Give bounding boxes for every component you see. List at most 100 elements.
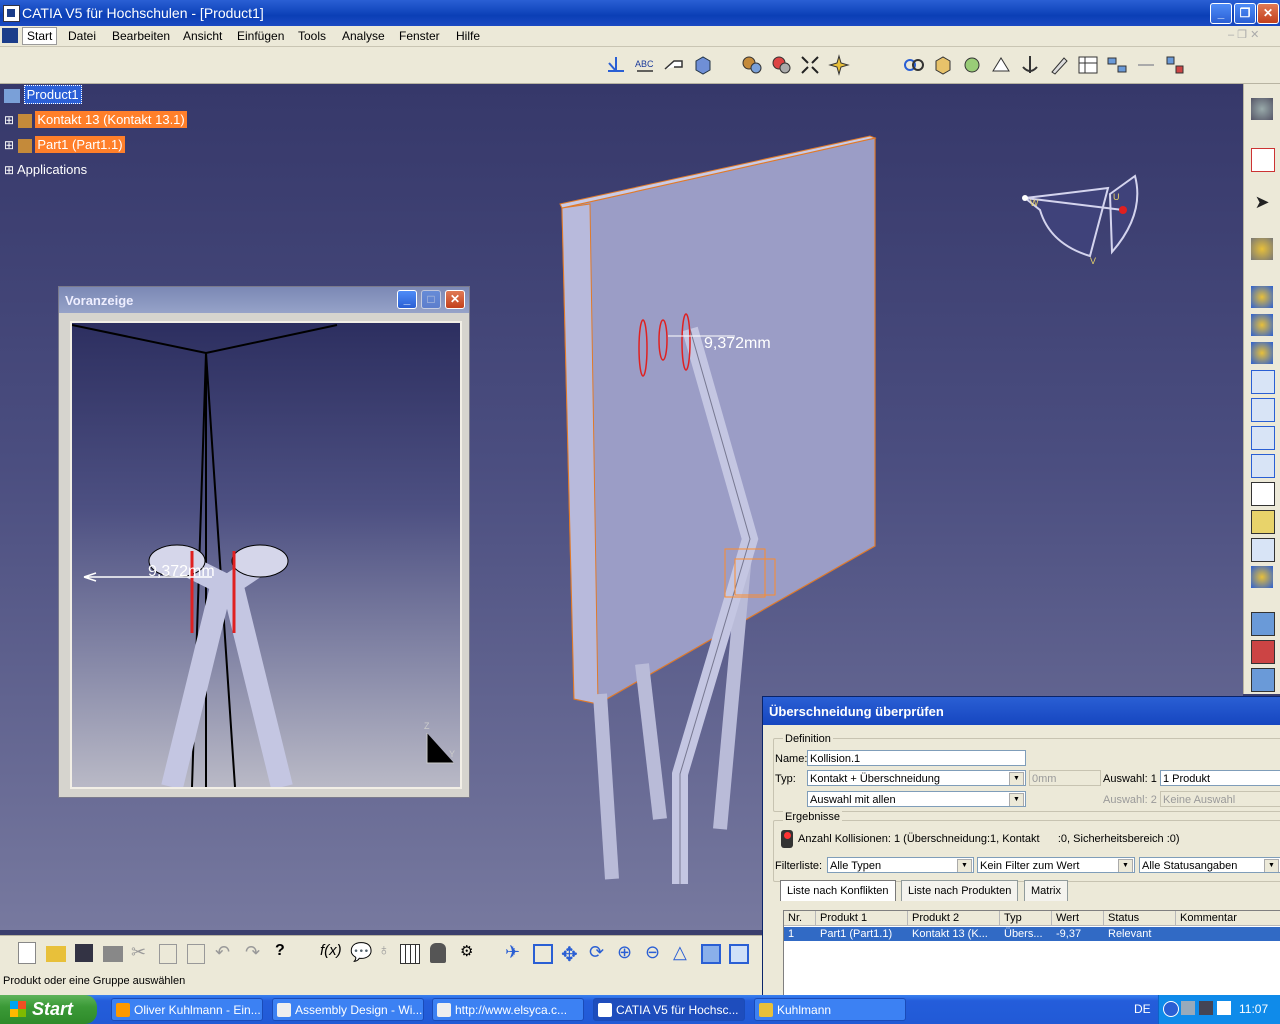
preview-minimize-button[interactable]: _ (397, 290, 417, 309)
preview-window[interactable]: Voranzeige _ □ ✕ 9,372mm Z Y (58, 286, 470, 798)
insert-icon[interactable] (1251, 370, 1275, 394)
col-nr[interactable]: Nr. (784, 911, 816, 925)
text-tool-icon[interactable] (1251, 482, 1275, 506)
filter-status-select[interactable]: Alle Statusangaben (1139, 857, 1280, 873)
constraint-contact-icon[interactable] (1251, 640, 1275, 664)
type-select[interactable]: Kontakt + Überschneidung (807, 770, 1026, 786)
text-abc-icon[interactable]: ABC (633, 53, 657, 77)
lock-icon[interactable] (430, 943, 446, 963)
menu-datei[interactable]: Datei (68, 29, 96, 43)
grid-icon[interactable] (400, 944, 420, 964)
replace-icon[interactable] (1251, 398, 1275, 422)
table-row[interactable]: 1 Part1 (Part1.1) Kontakt 13 (K... Übers… (784, 927, 1280, 941)
zoom-in-icon[interactable]: ⊕ (617, 942, 641, 966)
col-kommentar[interactable]: Kommentar (1176, 911, 1280, 925)
cut-icon[interactable] (1251, 426, 1275, 450)
menu-fenster[interactable]: Fenster (399, 29, 440, 43)
menu-bearbeiten[interactable]: Bearbeiten (112, 29, 170, 43)
selection1-field[interactable]: 1 Produkt (1160, 770, 1280, 786)
flag-note-icon[interactable] (662, 53, 686, 77)
task-word[interactable]: Assembly Design - Wi... (272, 998, 424, 1021)
cube-3d-icon[interactable] (691, 53, 715, 77)
multi-view-icon[interactable] (701, 944, 721, 964)
pencil-icon[interactable] (1047, 53, 1071, 77)
task-catia[interactable]: CATIA V5 für Hochsc... (593, 998, 745, 1021)
options-icon[interactable]: ⚙ (460, 942, 484, 966)
print-icon[interactable] (103, 946, 123, 962)
gear-blue-icon[interactable] (1251, 342, 1273, 364)
rotate-icon[interactable]: ⟳ (589, 942, 613, 966)
menu-start[interactable]: Start (22, 27, 58, 45)
manipulate-icon[interactable] (1251, 566, 1273, 588)
explode-icon[interactable] (1163, 53, 1187, 77)
language-indicator[interactable]: DE (1134, 1002, 1151, 1016)
col-produkt1[interactable]: Produkt 1 (816, 911, 908, 925)
preview-close-button[interactable]: ✕ (445, 290, 465, 309)
anchor-icon[interactable] (1018, 53, 1042, 77)
gear-parts-icon[interactable] (960, 53, 984, 77)
preview-title-bar[interactable]: Voranzeige _ □ ✕ (59, 287, 469, 313)
constraint-offset-icon[interactable] (1251, 668, 1275, 692)
bom-icon[interactable] (1251, 538, 1275, 562)
constraint-fix-icon[interactable] (1251, 612, 1275, 636)
catalog-icon[interactable] (1105, 53, 1129, 77)
save-icon[interactable] (75, 944, 93, 962)
col-typ[interactable]: Typ (1000, 911, 1052, 925)
sparkle-icon[interactable] (827, 53, 851, 77)
normal-view-icon[interactable]: △ (673, 942, 697, 966)
formula-icon[interactable]: f(x) (320, 942, 344, 966)
table-icon[interactable] (1076, 53, 1100, 77)
task-browser[interactable]: http://www.elsyca.c... (432, 998, 584, 1021)
select-arrow-icon[interactable]: ➤ (1251, 192, 1273, 214)
graph-icon[interactable] (1251, 454, 1275, 478)
document-icon[interactable] (2, 28, 18, 43)
menu-hilfe[interactable]: Hilfe (456, 29, 480, 43)
axis-icon[interactable] (604, 53, 628, 77)
name-input[interactable]: Kollision.1 (807, 750, 1026, 766)
fit-all-icon[interactable] (798, 53, 822, 77)
close-button[interactable]: ✕ (1257, 3, 1279, 24)
select-gear-icon[interactable] (1251, 238, 1273, 260)
iso-view-icon[interactable] (729, 944, 749, 964)
pan-icon[interactable]: ✥ (561, 942, 585, 966)
tab-products[interactable]: Liste nach Produkten (901, 880, 1019, 901)
filter-type-select[interactable]: Alle Typen (827, 857, 974, 873)
catia-app-icon[interactable] (3, 5, 20, 22)
constraint-icon[interactable] (769, 53, 793, 77)
minimize-button[interactable]: _ (1210, 3, 1232, 24)
audio-icon[interactable] (1199, 1001, 1213, 1015)
col-produkt2[interactable]: Produkt 2 (908, 911, 1000, 925)
task-firefox[interactable]: Oliver Kuhlmann - Ein... (111, 998, 263, 1021)
network-icon[interactable] (1181, 1001, 1195, 1015)
menu-tools[interactable]: Tools (298, 29, 326, 43)
folder-tree-icon[interactable] (1251, 510, 1275, 534)
tray-back-icon[interactable] (1163, 1001, 1179, 1017)
preview-canvas[interactable]: 9,372mm Z Y (70, 321, 462, 789)
zoom-out-icon[interactable]: ⊖ (645, 942, 669, 966)
dialog-title-bar[interactable]: Überschneidung überprüfen (763, 697, 1280, 725)
interference-dialog[interactable]: Überschneidung überprüfen Definition Nam… (762, 696, 1280, 998)
menu-einfuegen[interactable]: Einfügen (237, 29, 284, 43)
new-document-icon[interactable] (18, 942, 36, 964)
fly-icon[interactable]: ✈ (505, 942, 529, 966)
col-status[interactable]: Status (1104, 911, 1176, 925)
doc-window-controls[interactable]: – ❐ ✕ (1228, 28, 1259, 41)
vpn-icon[interactable] (1217, 1001, 1231, 1015)
pcs-icon[interactable] (1251, 148, 1275, 172)
menu-analyse[interactable]: Analyse (342, 29, 385, 43)
start-button[interactable]: Start (0, 995, 97, 1024)
gear-pair-icon[interactable] (1251, 98, 1273, 120)
measure-icon[interactable] (989, 53, 1013, 77)
maximize-button[interactable]: ❐ (1234, 3, 1256, 24)
task-explorer[interactable]: Kuhlmann (754, 998, 906, 1021)
fit-all-in-icon[interactable] (533, 944, 553, 964)
menu-ansicht[interactable]: Ansicht (183, 29, 222, 43)
help-icon[interactable]: ? (275, 942, 299, 966)
gear-blue-icon[interactable] (1251, 286, 1273, 308)
open-folder-icon[interactable] (46, 946, 66, 962)
mode-select[interactable]: Auswahl mit allen (807, 791, 1026, 807)
tab-matrix[interactable]: Matrix (1024, 880, 1068, 901)
assembly-icon[interactable] (740, 53, 764, 77)
filter-value-select[interactable]: Kein Filter zum Wert (977, 857, 1135, 873)
part-icon[interactable] (931, 53, 955, 77)
